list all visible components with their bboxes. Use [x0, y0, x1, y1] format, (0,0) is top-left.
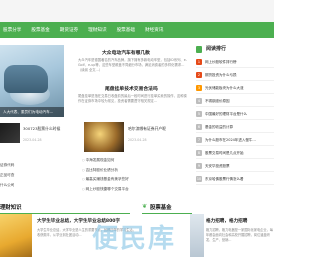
rank-item[interactable]: 10 东京哈佛股票行情怎么看: [196, 174, 274, 185]
rank-item-text[interactable]: 期货投资为什么亏损: [205, 73, 237, 78]
rank-item-text[interactable]: 基金的收益的计算: [205, 125, 233, 130]
article-2-summary: 格力招聘，格力电器是一家国际化家电企业，每年都会面向社会和高校开展招聘，岗位涵盖…: [206, 228, 273, 242]
rank-badge: 3: [196, 85, 202, 91]
left-link-list: 证券代码 正品可查 什么公司: [0, 160, 30, 190]
rank-item[interactable]: 7 为什么股市在2024年进入慢牛…: [196, 135, 274, 146]
hero-caption[interactable]: 人大代表、委员们为电动汽车…: [0, 107, 64, 117]
thumb-2-title[interactable]: 哈尔滨哪有证券开户呢: [128, 126, 166, 132]
headline-1-title[interactable]: 大众电动汽车有哪几款: [102, 49, 150, 56]
rank-badge: 5: [196, 111, 202, 117]
rank-badge: 8: [196, 150, 202, 156]
rank-item[interactable]: 8 股票交易时间是几点开始: [196, 148, 274, 159]
mid-link[interactable]: 中海发展现金如何: [82, 156, 192, 166]
article-image-flowers[interactable]: [0, 214, 32, 257]
page: 股票分享 股票基金 期货证券 理财知识 股票基础 财经资讯 人大代表、委员们为电…: [0, 0, 274, 257]
rank-badge: 1: [196, 59, 202, 65]
rank-badge: 9: [196, 163, 202, 169]
sidebar-header: 阅读排行: [196, 44, 274, 56]
headline-2-title[interactable]: 尾盘挂单技术交易合法吗: [105, 85, 158, 92]
article-image-side[interactable]: [190, 214, 204, 257]
rank-item-text[interactable]: 不锈钢涨价原因: [205, 99, 230, 104]
thumb-1-title[interactable]: 300723股票什么时候: [23, 126, 60, 132]
rank-item[interactable]: 3 光伏储能板块为什么大涨: [196, 83, 274, 94]
nav-item-futures[interactable]: 期货证券: [60, 27, 78, 33]
nav-item-stock-share[interactable]: 股票分享: [3, 27, 21, 33]
rank-item[interactable]: 2 期货投资为什么亏损: [196, 70, 274, 81]
thumb-1-date: 2023-04-28: [23, 138, 42, 142]
mid-link[interactable]: 网上炒股快捷哪个交易平台: [82, 185, 192, 195]
section-title-finance-knowledge[interactable]: 理财知识: [0, 203, 22, 211]
rank-badge: 6: [196, 124, 202, 130]
left-link[interactable]: 正品可查: [0, 170, 30, 180]
nav-item-finance-knowledge[interactable]: 理财知识: [88, 27, 106, 33]
car-graphic: [4, 65, 48, 93]
headline-1-summary: 大众汽车是德国著名的汽车品牌，旗下拥有多款电动车型，包括ID系列、e-Golf、…: [78, 58, 187, 72]
rank-item[interactable]: 9 天安华投资股票: [196, 161, 274, 172]
nav-item-stock-basics[interactable]: 股票基础: [117, 27, 135, 33]
rank-item-text[interactable]: 为什么股市在2024年进入慢牛…: [205, 138, 256, 143]
rank-item[interactable]: 5 中国最好的理财平台是什么: [196, 109, 274, 120]
rank-item-text[interactable]: 网上炒股软件排行榜: [205, 60, 237, 65]
rank-item-text[interactable]: 天安华投资股票: [205, 164, 230, 169]
section-divider: [142, 213, 192, 214]
rank-badge: 4: [196, 98, 202, 104]
mid-link-list: 中海发展现金如何 吉比特股价业绩分析 最高买赚钱基金有美孚些好 网上炒股快捷哪个…: [82, 156, 192, 194]
rank-item[interactable]: 6 基金的收益的计算: [196, 122, 274, 133]
sidebar-header-marker: [196, 46, 202, 53]
mid-link[interactable]: 吉比特股价业绩分析: [82, 166, 192, 176]
rank-item-text[interactable]: 东京哈佛股票行情怎么看: [205, 177, 244, 182]
mid-link[interactable]: 最高买赚钱基金有美孚些好: [82, 175, 192, 185]
thumb-2-date: 2023-04-28: [128, 138, 147, 142]
rank-badge: 7: [196, 137, 202, 143]
reading-rank-sidebar: 阅读排行 1 网上炒股软件排行榜 2 期货投资为什么亏损 3 光伏储能板块为什么大涨 …: [196, 44, 274, 194]
left-link[interactable]: 什么公司: [0, 180, 30, 190]
nav-item-finance-news[interactable]: 财经资讯: [145, 27, 163, 33]
rank-item-text[interactable]: 中国最好的理财平台是什么: [205, 112, 247, 117]
rank-item[interactable]: 4 不锈钢涨价原因: [196, 96, 274, 107]
hero-image[interactable]: 人大代表、委员们为电动汽车…: [0, 45, 64, 117]
top-bar: [0, 0, 274, 22]
left-link[interactable]: 证券代码: [0, 160, 30, 170]
rank-item[interactable]: 1 网上炒股软件排行榜: [196, 57, 274, 68]
rank-item-text[interactable]: 光伏储能板块为什么大涨: [205, 86, 244, 91]
leaf-icon: ❦: [142, 203, 148, 210]
thumb-2-image[interactable]: [84, 122, 124, 152]
section-title-stock-fund[interactable]: 股票基金: [150, 203, 172, 211]
rank-badge: 10: [196, 176, 202, 182]
rank-item-text[interactable]: 股票交易时间是几点开始: [205, 151, 244, 156]
thumb-1-image[interactable]: [0, 123, 20, 143]
rank-badge: 2: [196, 72, 202, 78]
main-nav: 股票分享 股票基金 期货证券 理财知识 股票基础 财经资讯: [0, 22, 274, 38]
headline-2-summary: 尾盘挂单是指在交易日收盘前的最后一段时间进行挂单买卖的操作，这种操作在证券市场中…: [78, 94, 187, 103]
watermark: 便民库: [92, 224, 177, 254]
sidebar-title: 阅读排行: [206, 46, 227, 52]
article-2-title[interactable]: 格力招聘，格力招聘: [206, 218, 247, 224]
nav-item-stock-fund[interactable]: 股票基金: [31, 27, 49, 33]
